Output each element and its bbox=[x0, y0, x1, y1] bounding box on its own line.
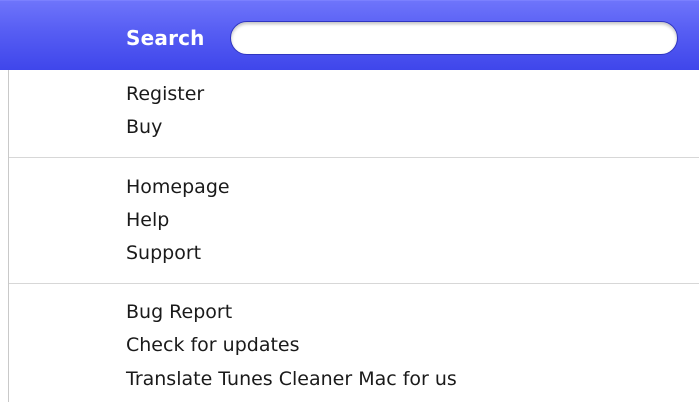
menu-search-row: Search bbox=[0, 0, 699, 70]
menu-separator bbox=[9, 157, 699, 158]
menu-item-translate[interactable]: Translate Tunes Cleaner Mac for us bbox=[126, 366, 457, 392]
menu-item-check-for-updates[interactable]: Check for updates bbox=[126, 332, 300, 358]
menu-separator bbox=[9, 283, 699, 284]
search-input[interactable] bbox=[230, 21, 678, 55]
menu-item-bug-report[interactable]: Bug Report bbox=[126, 299, 232, 325]
menu-item-homepage[interactable]: Homepage bbox=[126, 174, 230, 200]
search-label: Search bbox=[126, 26, 205, 50]
menu-item-register[interactable]: Register bbox=[126, 81, 204, 107]
help-menu: Search Register Buy Homepage Help Suppor… bbox=[0, 0, 699, 402]
menu-item-support[interactable]: Support bbox=[126, 240, 201, 266]
menu-item-buy[interactable]: Buy bbox=[126, 114, 162, 140]
menu-item-help[interactable]: Help bbox=[126, 207, 169, 233]
